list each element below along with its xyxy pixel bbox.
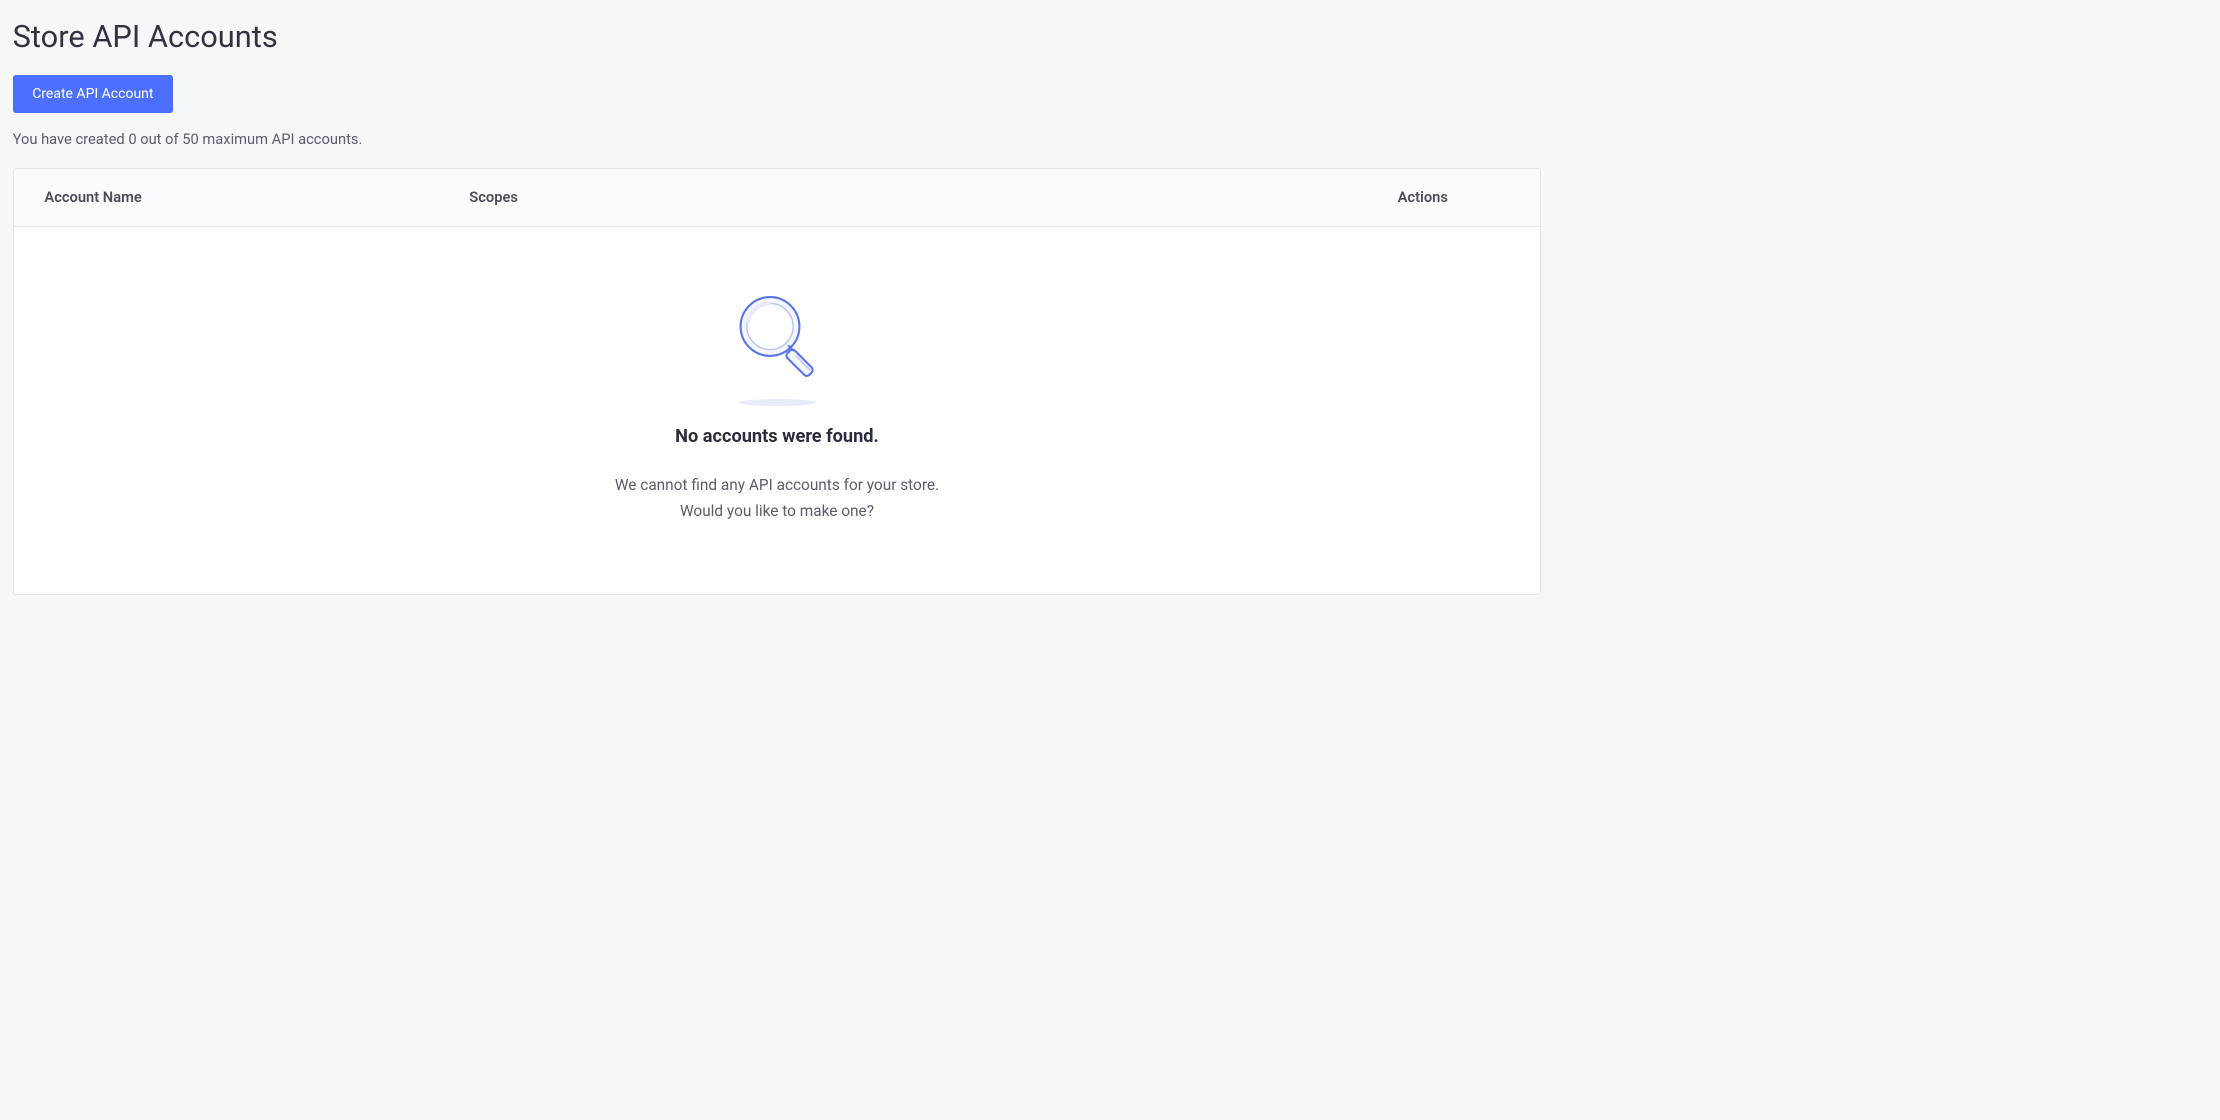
magnifying-glass-icon xyxy=(728,288,826,389)
column-header-scopes: Scopes xyxy=(469,188,1397,206)
empty-state-illustration xyxy=(28,288,1527,406)
empty-state-line2: Would you like to make one? xyxy=(680,502,874,520)
empty-state: No accounts were found. We cannot find a… xyxy=(14,227,1541,595)
api-accounts-table: Account Name Scopes Actions No accounts … xyxy=(13,168,1542,596)
empty-state-line1: We cannot find any API accounts for your… xyxy=(615,476,939,494)
column-header-actions: Actions xyxy=(1398,188,1510,206)
empty-state-message: We cannot find any API accounts for your… xyxy=(28,472,1527,524)
column-header-account-name: Account Name xyxy=(44,188,469,206)
empty-state-title: No accounts were found. xyxy=(28,426,1527,447)
page-title: Store API Accounts xyxy=(13,18,1542,55)
table-header-row: Account Name Scopes Actions xyxy=(14,169,1541,227)
create-api-account-button[interactable]: Create API Account xyxy=(13,75,173,113)
account-count-info: You have created 0 out of 50 maximum API… xyxy=(13,130,1542,148)
shadow-decoration xyxy=(739,399,816,406)
